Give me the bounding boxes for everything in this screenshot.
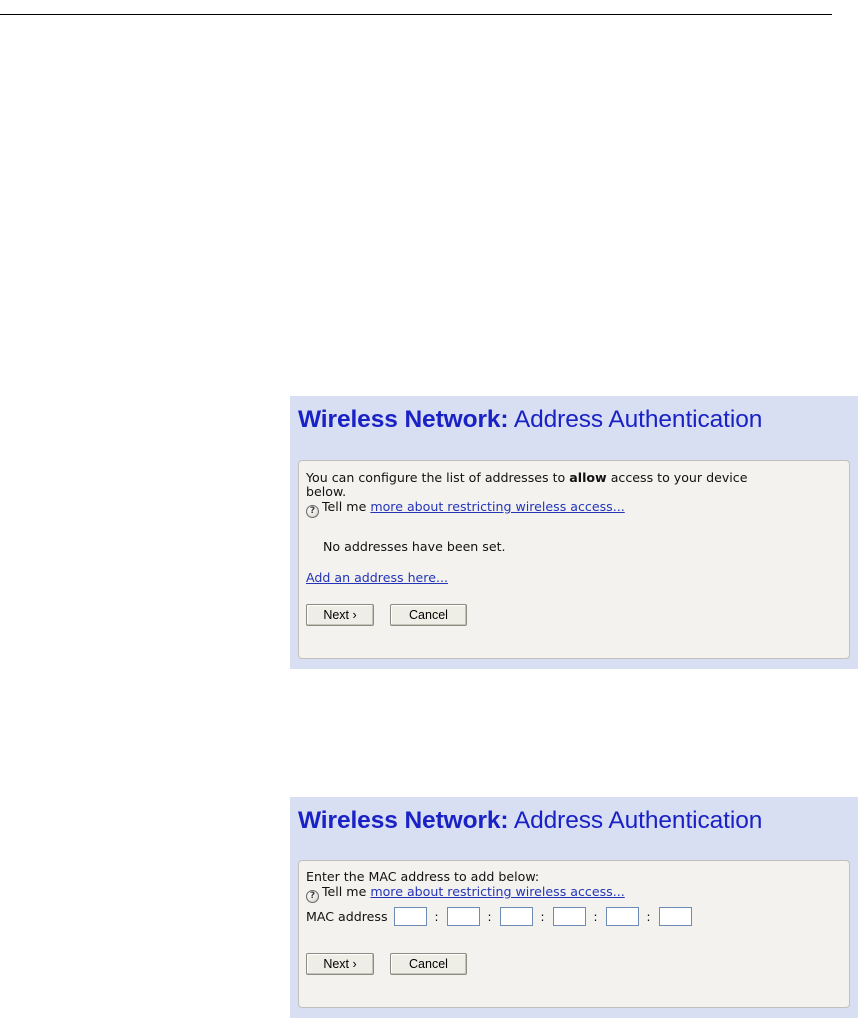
add-mac-form: Enter the MAC address to add below: ? Tel… [298,860,850,1008]
next-button[interactable]: Next › [306,953,374,975]
mac-octet-3-input[interactable] [499,907,533,926]
mac-octet-5-input[interactable] [605,907,639,926]
mac-separator: : [540,909,545,924]
help-row: ? Tell me more about restricting wireless… [306,884,625,903]
mac-octet-6-input[interactable] [658,907,692,926]
mac-octet-4-input[interactable] [552,907,586,926]
mac-address-label: MAC address [306,909,388,924]
mac-instruction: Enter the MAC address to add below: [306,869,540,884]
page-title-section: Wireless Network: [298,406,509,433]
address-auth-panel-add: Wireless Network: Address Authentication… [290,797,858,1018]
help-link-restricting-access[interactable]: more about restricting wireless access..… [370,499,624,514]
intro-text-emphasis: allow [569,470,607,485]
mac-separator: : [593,909,598,924]
help-row: ? Tell me more about restricting wireless… [306,499,625,518]
page-title: Wireless Network: Address Authentication [298,406,762,434]
mac-separator: : [434,909,439,924]
page-title: Wireless Network: Address Authentication [298,807,762,835]
cancel-button[interactable]: Cancel [390,953,467,975]
intro-text-start: You can configure the list of addresses … [306,470,570,485]
mac-address-row: MAC address : : : : : [306,907,692,926]
help-prefix: Tell me [322,499,371,514]
address-auth-panel-list: Wireless Network: Address Authentication… [290,396,858,669]
help-prefix: Tell me [322,884,371,899]
intro-text: You can configure the list of addresses … [306,470,747,485]
add-address-link[interactable]: Add an address here... [306,570,448,585]
intro-text-line2: below. [306,484,347,499]
mac-octet-2-input[interactable] [446,907,480,926]
help-link-restricting-access[interactable]: more about restricting wireless access..… [370,884,624,899]
page-title-section: Wireless Network: [298,807,509,834]
no-addresses-status: No addresses have been set. [323,539,506,554]
top-rule [0,14,832,15]
add-address-row: Add an address here... [306,570,448,585]
address-list-form: You can configure the list of addresses … [298,460,850,659]
next-button[interactable]: Next › [306,604,374,626]
mac-separator: : [487,909,492,924]
page-title-subsection: Address Authentication [508,807,763,834]
question-icon[interactable]: ? [306,890,319,903]
mac-separator: : [646,909,651,924]
question-icon[interactable]: ? [306,505,319,518]
cancel-button[interactable]: Cancel [390,604,467,626]
page-title-subsection: Address Authentication [508,406,763,433]
intro-text-end: access to your device [606,470,748,485]
mac-octet-1-input[interactable] [393,907,427,926]
